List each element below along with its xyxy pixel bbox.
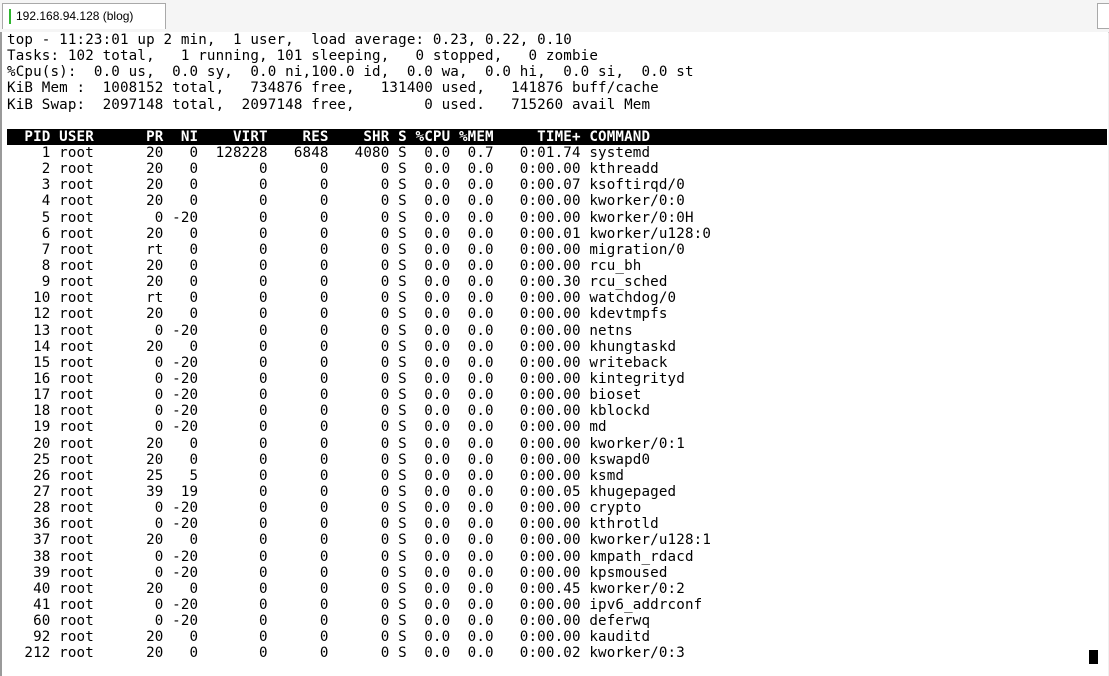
process-row: 60 root 0 -20 0 0 0 S 0.0 0.0 0:00.00 de… [7,613,651,630]
summary-mem-line: KiB Mem : 1008152 total, 734876 free, 13… [7,80,659,97]
summary-swap-line: KiB Swap: 2097148 total, 2097148 free, 0… [7,96,651,113]
process-row: 4 root 20 0 0 0 0 S 0.0 0.0 0:00.00 kwor… [7,193,685,210]
process-row: 39 root 0 -20 0 0 0 S 0.0 0.0 0:00.00 kp… [7,564,668,581]
process-row: 5 root 0 -20 0 0 0 S 0.0 0.0 0:00.00 kwo… [7,209,694,226]
tab-title: 192.168.94.128 (blog) [16,9,134,23]
terminal-output[interactable]: top - 11:23:01 up 2 min, 1 user, load av… [0,32,1108,676]
process-row: 8 root 20 0 0 0 0 S 0.0 0.0 0:00.00 rcu_… [7,257,642,274]
tab-scroll-button[interactable] [1097,3,1109,29]
process-row: 28 root 0 -20 0 0 0 S 0.0 0.0 0:00.00 cr… [7,500,642,517]
process-row: 38 root 0 -20 0 0 0 S 0.0 0.0 0:00.00 km… [7,548,694,565]
process-row: 37 root 20 0 0 0 0 S 0.0 0.0 0:00.00 kwo… [7,532,712,549]
process-row: 14 root 20 0 0 0 0 S 0.0 0.0 0:00.00 khu… [7,338,677,355]
process-row: 3 root 20 0 0 0 0 S 0.0 0.0 0:00.07 ksof… [7,177,685,194]
process-row: 10 root rt 0 0 0 0 S 0.0 0.0 0:00.00 wat… [7,290,677,307]
tab-bar: 192.168.94.128 (blog) [0,0,1109,33]
process-row: 40 root 20 0 0 0 0 S 0.0 0.0 0:00.45 kwo… [7,580,685,597]
summary-tasks-line: Tasks: 102 total, 1 running, 101 sleepin… [7,48,599,65]
process-row: 27 root 39 19 0 0 0 S 0.0 0.0 0:00.05 kh… [7,483,677,500]
process-row: 18 root 0 -20 0 0 0 S 0.0 0.0 0:00.00 kb… [7,403,651,420]
process-row: 212 root 20 0 0 0 0 S 0.0 0.0 0:00.02 kw… [7,645,685,662]
process-row: 15 root 0 -20 0 0 0 S 0.0 0.0 0:00.00 wr… [7,354,668,371]
process-row: 7 root rt 0 0 0 0 S 0.0 0.0 0:00.00 migr… [7,241,685,258]
process-row: 41 root 0 -20 0 0 0 S 0.0 0.0 0:00.00 ip… [7,596,703,613]
process-row: 6 root 20 0 0 0 0 S 0.0 0.0 0:00.01 kwor… [7,225,712,242]
process-row: 1 root 20 0 128228 6848 4080 S 0.0 0.7 0… [7,144,651,161]
process-table-body: 1 root 20 0 128228 6848 4080 S 0.0 0.7 0… [7,145,1107,662]
terminal-cursor [1089,650,1098,664]
terminal-text: top - 11:23:01 up 2 min, 1 user, load av… [7,32,1107,661]
process-row: 92 root 20 0 0 0 0 S 0.0 0.0 0:00.00 kau… [7,629,651,646]
process-row: 16 root 0 -20 0 0 0 S 0.0 0.0 0:00.00 ki… [7,370,685,387]
tab-status-indicator [9,9,11,24]
process-row: 36 root 0 -20 0 0 0 S 0.0 0.0 0:00.00 kt… [7,516,659,533]
process-row: 26 root 25 5 0 0 0 S 0.0 0.0 0:00.00 ksm… [7,467,625,484]
session-tab[interactable]: 192.168.94.128 (blog) [2,3,166,29]
process-row: 13 root 0 -20 0 0 0 S 0.0 0.0 0:00.00 ne… [7,322,633,339]
process-row: 2 root 20 0 0 0 0 S 0.0 0.0 0:00.00 kthr… [7,161,659,178]
process-row: 12 root 20 0 0 0 0 S 0.0 0.0 0:00.00 kde… [7,306,668,323]
summary-uptime-line: top - 11:23:01 up 2 min, 1 user, load av… [7,32,572,48]
process-row: 25 root 20 0 0 0 0 S 0.0 0.0 0:00.00 ksw… [7,451,651,468]
process-row: 9 root 20 0 0 0 0 S 0.0 0.0 0:00.30 rcu_… [7,274,668,291]
process-row: 17 root 0 -20 0 0 0 S 0.0 0.0 0:00.00 bi… [7,387,642,404]
process-row: 20 root 20 0 0 0 0 S 0.0 0.0 0:00.00 kwo… [7,435,685,452]
process-row: 19 root 0 -20 0 0 0 S 0.0 0.0 0:00.00 md [7,419,607,436]
process-table-header: PID USER PR NI VIRT RES SHR S %CPU %MEM … [7,128,1107,145]
summary-cpu-line: %Cpu(s): 0.0 us, 0.0 sy, 0.0 ni,100.0 id… [7,64,694,81]
